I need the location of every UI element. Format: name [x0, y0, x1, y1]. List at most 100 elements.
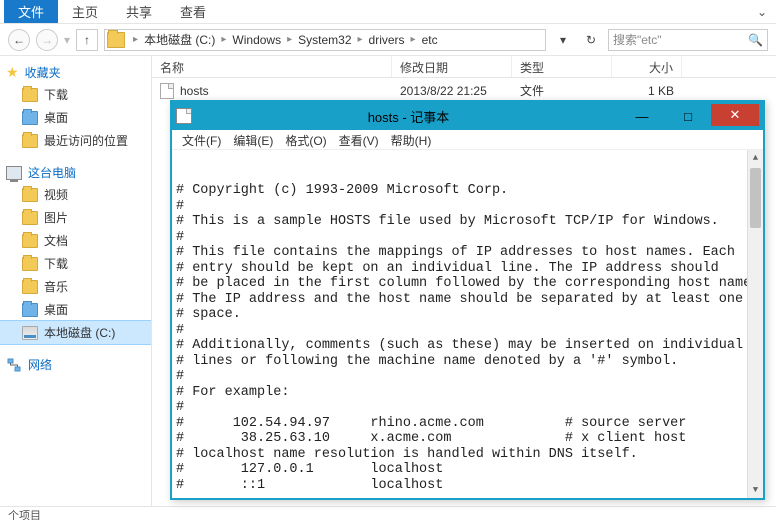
nav-back-button[interactable]: ←: [8, 29, 30, 51]
nav-recent-dropdown[interactable]: ▾: [64, 33, 70, 47]
sidebar-item-pictures[interactable]: 图片: [0, 206, 151, 229]
window-title: hosts - 记事本: [198, 107, 619, 126]
column-type[interactable]: 类型: [512, 56, 612, 77]
text-line: # Copyright (c) 1993-2009 Microsoft Corp…: [176, 183, 759, 199]
text-line: # This is a sample HOSTS file used by Mi…: [176, 214, 759, 230]
column-size[interactable]: 大小: [612, 56, 682, 77]
sidebar-item-localdisk-c[interactable]: 本地磁盘 (C:): [0, 320, 152, 345]
refresh-button[interactable]: ▾: [552, 33, 574, 47]
ribbon-tab-share[interactable]: 共享: [112, 0, 166, 25]
nav-forward-button: →: [36, 29, 58, 51]
star-icon: ★: [6, 64, 19, 81]
crumb-system32[interactable]: System32: [296, 33, 353, 47]
chevron-right-icon[interactable]: ▸: [217, 34, 230, 45]
sidebar-item-desktop2[interactable]: 桌面: [0, 298, 151, 321]
sidebar-item-label: 最近访问的位置: [44, 132, 128, 149]
file-name: hosts: [180, 84, 209, 98]
folder-icon: [22, 234, 38, 248]
chevron-right-icon[interactable]: ▸: [407, 34, 420, 45]
chevron-right-icon[interactable]: ▸: [283, 34, 296, 45]
menu-edit[interactable]: 编辑(E): [227, 130, 279, 149]
sidebar-group-label: 这台电脑: [28, 164, 76, 181]
crumb-drivers[interactable]: drivers: [367, 33, 407, 47]
text-line: # lines or following the machine name de…: [176, 354, 759, 370]
search-input[interactable]: 搜索"etc" 🔍: [608, 29, 768, 51]
notepad-menubar: 文件(F) 编辑(E) 格式(O) 查看(V) 帮助(H): [172, 130, 763, 150]
text-line: #: [176, 400, 759, 416]
sidebar-item-downloads[interactable]: 下载: [0, 83, 151, 106]
text-line: # This file contains the mappings of IP …: [176, 245, 759, 261]
sidebar-item-recent[interactable]: 最近访问的位置: [0, 129, 151, 152]
explorer-sidebar: ★ 收藏夹 下载 桌面 最近访问的位置 这台电脑 视频 图片 文档 下载 音乐 …: [0, 56, 152, 506]
desktop-icon: [22, 303, 38, 317]
notepad-text-area[interactable]: # Copyright (c) 1993-2009 Microsoft Corp…: [172, 150, 763, 498]
sidebar-item-desktop[interactable]: 桌面: [0, 106, 151, 129]
chevron-right-icon[interactable]: ▸: [129, 34, 142, 45]
ribbon-expand-icon[interactable]: ⌄: [752, 5, 772, 19]
folder-icon: [22, 257, 38, 271]
sidebar-item-label: 视频: [44, 186, 68, 203]
sidebar-item-videos[interactable]: 视频: [0, 183, 151, 206]
status-text: 个项目: [8, 510, 41, 520]
column-name[interactable]: 名称: [152, 56, 392, 77]
sidebar-thispc-header[interactable]: 这台电脑: [0, 162, 151, 183]
menu-help[interactable]: 帮助(H): [385, 130, 438, 149]
column-headers: 名称 修改日期 类型 大小: [152, 56, 776, 78]
column-date[interactable]: 修改日期: [392, 56, 512, 77]
sidebar-item-label: 桌面: [44, 109, 68, 126]
sidebar-item-label: 下载: [44, 86, 68, 103]
crumb-etc[interactable]: etc: [420, 33, 440, 47]
scroll-down-icon[interactable]: ▼: [748, 482, 763, 498]
text-line: #: [176, 199, 759, 215]
text-line: # 102.54.94.97 rhino.acme.com # source s…: [176, 416, 759, 432]
maximize-button[interactable]: □: [665, 106, 711, 126]
address-toolbar: ← → ▾ ↑ ▸ 本地磁盘 (C:) ▸ Windows ▸ System32…: [0, 24, 776, 56]
text-line: #: [176, 323, 759, 339]
ribbon-tab-home[interactable]: 主页: [58, 0, 112, 25]
refresh-icon[interactable]: ↻: [580, 33, 602, 47]
sidebar-item-label: 本地磁盘 (C:): [44, 324, 115, 341]
network-icon: [6, 358, 22, 372]
nav-up-button[interactable]: ↑: [76, 29, 98, 51]
sidebar-favorites-header[interactable]: ★ 收藏夹: [0, 62, 151, 83]
text-line: # localhost name resolution is handled w…: [176, 447, 759, 463]
disk-icon: [22, 326, 38, 340]
scroll-thumb[interactable]: [750, 168, 761, 228]
search-icon: 🔍: [748, 33, 763, 47]
minimize-button[interactable]: —: [619, 106, 665, 126]
folder-icon: [22, 88, 38, 102]
text-line: # Additionally, comments (such as these)…: [176, 338, 759, 354]
file-icon: [160, 83, 174, 99]
document-icon: [176, 108, 192, 124]
notepad-window[interactable]: hosts - 记事本 — □ ✕ 文件(F) 编辑(E) 格式(O) 查看(V…: [170, 100, 765, 500]
sidebar-item-music[interactable]: 音乐: [0, 275, 151, 298]
crumb-localdisk[interactable]: 本地磁盘 (C:): [142, 31, 217, 48]
scroll-up-icon[interactable]: ▲: [748, 150, 763, 166]
vertical-scrollbar[interactable]: ▲ ▼: [747, 150, 763, 498]
folder-icon: [107, 32, 125, 48]
recent-icon: [22, 134, 38, 148]
close-button[interactable]: ✕: [711, 104, 759, 126]
notepad-titlebar[interactable]: hosts - 记事本 — □ ✕: [172, 102, 763, 130]
ribbon-tab-view[interactable]: 查看: [166, 0, 220, 25]
file-date: 2013/8/22 21:25: [392, 84, 512, 98]
text-line: # space.: [176, 307, 759, 323]
sidebar-item-downloads2[interactable]: 下载: [0, 252, 151, 275]
menu-view[interactable]: 查看(V): [333, 130, 385, 149]
sidebar-network-header[interactable]: 网络: [0, 354, 151, 375]
sidebar-item-label: 文档: [44, 232, 68, 249]
sidebar-item-label: 音乐: [44, 278, 68, 295]
sidebar-item-label: 桌面: [44, 301, 68, 318]
breadcrumb[interactable]: ▸ 本地磁盘 (C:) ▸ Windows ▸ System32 ▸ drive…: [104, 29, 546, 51]
ribbon-file-tab[interactable]: 文件: [4, 0, 58, 23]
status-bar: 个项目: [0, 506, 776, 520]
sidebar-group-label: 网络: [28, 356, 52, 373]
folder-icon: [22, 188, 38, 202]
menu-file[interactable]: 文件(F): [176, 130, 227, 149]
menu-format[interactable]: 格式(O): [279, 130, 332, 149]
chevron-right-icon[interactable]: ▸: [354, 34, 367, 45]
sidebar-group-label: 收藏夹: [25, 64, 61, 81]
crumb-windows[interactable]: Windows: [230, 33, 283, 47]
text-line: # be placed in the first column followed…: [176, 276, 759, 292]
sidebar-item-documents[interactable]: 文档: [0, 229, 151, 252]
